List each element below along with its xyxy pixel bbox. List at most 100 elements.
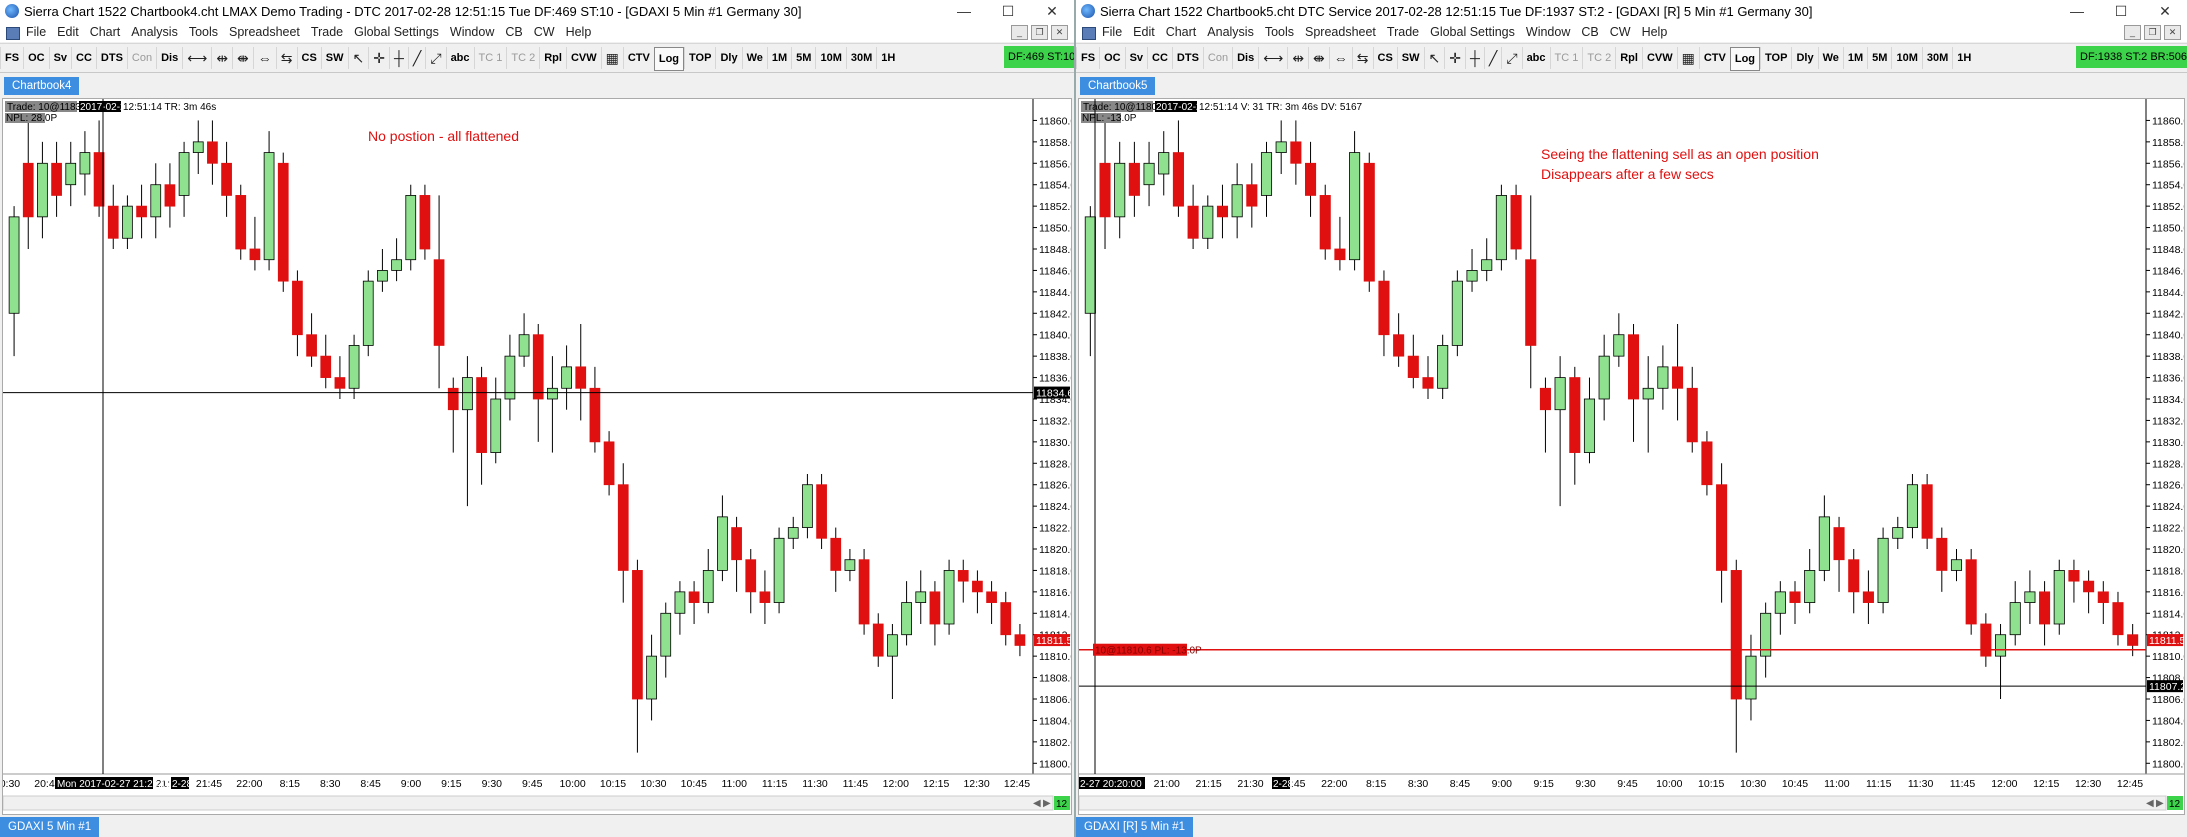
menu-item-cb[interactable]: CB xyxy=(1581,25,1598,39)
toolbar-ctv-button[interactable]: CTV xyxy=(1698,47,1730,69)
crosshair-icon[interactable]: ✛ xyxy=(1444,47,1465,69)
right-chart-area[interactable]: 11860.0 11858.0 11856.0 11854.0 11852.0 11850… xyxy=(1078,98,2185,815)
spacing-icon[interactable]: ⇹ xyxy=(1287,47,1308,69)
toolbar-cc-button[interactable]: CC xyxy=(71,47,96,69)
document-icon[interactable] xyxy=(6,27,20,40)
toolbar-ctv-button[interactable]: CTV xyxy=(622,47,654,69)
crosshair-icon[interactable]: ✛ xyxy=(368,47,389,69)
toolbar-1h-button[interactable]: 1H xyxy=(876,47,899,69)
toolbar-tc2-button[interactable]: TC 2 xyxy=(506,47,539,69)
menu-item-analysis[interactable]: Analysis xyxy=(131,25,178,39)
toolbar-cs-button[interactable]: CS xyxy=(1372,47,1397,69)
menu-item-tools[interactable]: Tools xyxy=(189,25,218,39)
mdi-restore-icon[interactable]: ❐ xyxy=(2144,25,2161,40)
mdi-restore-icon[interactable]: ❐ xyxy=(1031,25,1048,40)
mdi-close-icon[interactable]: ✕ xyxy=(1051,25,1068,40)
mdi-minimize-icon[interactable]: _ xyxy=(2124,25,2141,40)
toolbar-10m-button[interactable]: 10M xyxy=(815,47,845,69)
toolbar-5m-button[interactable]: 5M xyxy=(791,47,815,69)
menu-item-chart[interactable]: Chart xyxy=(90,25,121,39)
menu-item-window[interactable]: Window xyxy=(1526,25,1570,39)
pointer-icon[interactable]: ↖ xyxy=(1423,47,1445,69)
expand-icon[interactable]: ⇔ xyxy=(252,47,276,69)
minimize-icon[interactable]: — xyxy=(2055,0,2099,23)
toolbar-cs-button[interactable]: CS xyxy=(296,47,321,69)
left-bottom-chart-tab[interactable]: GDAXI 5 Min #1 xyxy=(0,817,100,837)
shift-icon[interactable]: ⇆ xyxy=(275,47,297,69)
menu-item-edit[interactable]: Edit xyxy=(1133,25,1155,39)
toolbar-con-button[interactable]: Con xyxy=(1202,47,1232,69)
right-title-bar[interactable]: Sierra Chart 1522 Chartbook5.cht DTC Ser… xyxy=(1076,0,2187,24)
cross-icon[interactable]: ┼ xyxy=(1465,47,1484,69)
menu-item-tools[interactable]: Tools xyxy=(1265,25,1294,39)
toolbar-fs-button[interactable]: FS xyxy=(0,47,23,69)
mdi-minimize-icon[interactable]: _ xyxy=(1011,25,1028,40)
expand-icon[interactable]: ⇔ xyxy=(1328,47,1352,69)
toolbar-30m-button[interactable]: 30M xyxy=(1921,47,1952,69)
toolbar-tc1-button[interactable]: TC 1 xyxy=(1549,47,1583,69)
tab-chartbook5[interactable]: Chartbook5 xyxy=(1080,77,1156,95)
width-icon[interactable]: ⟷ xyxy=(182,47,211,69)
toolbar-sv-button[interactable]: Sv xyxy=(48,47,71,69)
line-icon[interactable]: ╱ xyxy=(407,47,425,69)
toolbar-dts-button[interactable]: DTS xyxy=(1171,47,1203,69)
menu-item-analysis[interactable]: Analysis xyxy=(1207,25,1254,39)
toolbar-log-button[interactable]: Log xyxy=(653,47,685,71)
scale-icon[interactable]: ⇼ xyxy=(1308,47,1329,69)
maximize-icon[interactable]: ☐ xyxy=(2099,0,2143,23)
toolbar-top-button[interactable]: TOP xyxy=(1760,47,1791,69)
toolbar-tc1-button[interactable]: TC 1 xyxy=(473,47,507,69)
toolbar-5m-button[interactable]: 5M xyxy=(1867,47,1891,69)
left-candlestick-chart[interactable]: 11860.0 11858.0 11856.0 11854.0 11852.0 11850… xyxy=(3,99,1071,814)
menu-item-help[interactable]: Help xyxy=(566,25,592,39)
pointer-icon[interactable]: ↖ xyxy=(347,47,369,69)
mdi-close-icon[interactable]: ✕ xyxy=(2164,25,2181,40)
scale-icon[interactable]: ⇼ xyxy=(232,47,253,69)
left-chart-area[interactable]: 11860.0 11858.0 11856.0 11854.0 11852.0 11850… xyxy=(2,98,1072,815)
menu-item-cw[interactable]: CW xyxy=(534,25,555,39)
cross-icon[interactable]: ┼ xyxy=(389,47,408,69)
ray-icon[interactable]: ⤢ xyxy=(425,47,445,69)
shift-icon[interactable]: ⇆ xyxy=(1351,47,1373,69)
menu-item-spreadsheet[interactable]: Spreadsheet xyxy=(229,25,300,39)
toolbar-dis-button[interactable]: Dis xyxy=(1232,47,1258,69)
horizontal-scrollbar[interactable] xyxy=(3,795,1054,811)
menu-item-trade[interactable]: Trade xyxy=(311,25,343,39)
toolbar-10m-button[interactable]: 10M xyxy=(1891,47,1921,69)
toolbar-fs-button[interactable]: FS xyxy=(1076,47,1099,69)
line-icon[interactable]: ╱ xyxy=(1483,47,1501,69)
toolbar-we-button[interactable]: We xyxy=(741,47,767,69)
document-icon[interactable] xyxy=(1082,27,1096,40)
toolbar-top-button[interactable]: TOP xyxy=(684,47,715,69)
toolbar-dis-button[interactable]: Dis xyxy=(156,47,182,69)
menu-item-global-settings[interactable]: Global Settings xyxy=(354,25,439,39)
toolbar-cc-button[interactable]: CC xyxy=(1147,47,1172,69)
close-icon[interactable]: ✕ xyxy=(2143,0,2187,23)
toolbar-dts-button[interactable]: DTS xyxy=(95,47,127,69)
spacing-icon[interactable]: ⇹ xyxy=(211,47,232,69)
menu-item-edit[interactable]: Edit xyxy=(57,25,79,39)
menu-item-trade[interactable]: Trade xyxy=(1387,25,1419,39)
toolbar-cvw-button[interactable]: CVW xyxy=(1641,47,1677,69)
menu-item-window[interactable]: Window xyxy=(450,25,494,39)
menu-item-file[interactable]: File xyxy=(1102,25,1122,39)
ray-icon[interactable]: ⤢ xyxy=(1501,47,1521,69)
menu-item-chart[interactable]: Chart xyxy=(1166,25,1197,39)
close-icon[interactable]: ✕ xyxy=(1030,0,1074,23)
tpo-grid-icon[interactable]: ▦ xyxy=(600,47,623,69)
toolbar-abc-button[interactable]: abc xyxy=(1521,47,1550,69)
toolbar-1m-button[interactable]: 1M xyxy=(1842,47,1867,69)
toolbar-rpl-button[interactable]: Rpl xyxy=(1615,47,1642,69)
minimize-icon[interactable]: — xyxy=(942,0,986,23)
toolbar-1m-button[interactable]: 1M xyxy=(766,47,791,69)
toolbar-sv-button[interactable]: Sv xyxy=(1124,47,1147,69)
toolbar-oc-button[interactable]: OC xyxy=(23,47,49,69)
right-candlestick-chart[interactable]: 11860.0 11858.0 11856.0 11854.0 11852.0 11850… xyxy=(1079,99,2184,814)
toolbar-oc-button[interactable]: OC xyxy=(1099,47,1125,69)
toolbar-dly-button[interactable]: Dly xyxy=(1791,47,1817,69)
menu-item-cb[interactable]: CB xyxy=(505,25,522,39)
right-bottom-chart-tab[interactable]: GDAXI [R] 5 Min #1 xyxy=(1076,817,1193,837)
toolbar-30m-button[interactable]: 30M xyxy=(845,47,876,69)
menu-item-file[interactable]: File xyxy=(26,25,46,39)
horizontal-scrollbar[interactable] xyxy=(1079,795,2167,811)
